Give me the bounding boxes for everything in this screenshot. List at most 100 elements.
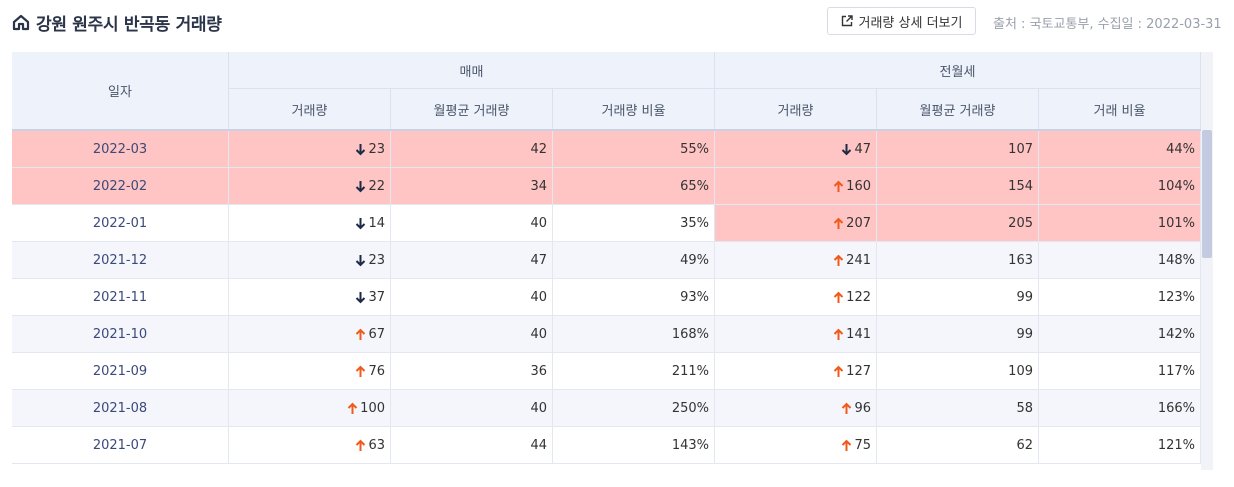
cell-sale-ratio: 143%: [553, 427, 715, 464]
cell-rent-avg: 99: [877, 316, 1039, 353]
cell-rent-vol: 122: [715, 279, 877, 316]
cell-value: 35%: [680, 215, 709, 231]
arrow-down-icon: [356, 143, 366, 155]
cell-rent-avg: 163: [877, 242, 1039, 279]
cell-value: 47: [854, 141, 871, 157]
cell-sale-avg: 40: [391, 390, 553, 427]
cell-date: 2022-01: [12, 205, 229, 242]
cell-rent-avg: 205: [877, 205, 1039, 242]
cell-sale-vol: 63: [229, 427, 391, 464]
table-row[interactable]: 2021-07 63 44 143% 75 62 121%: [12, 427, 1201, 464]
cell-date: 2021-11: [12, 279, 229, 316]
cell-value: 2022-01: [92, 215, 148, 231]
cell-rent-avg: 109: [877, 353, 1039, 390]
arrow-up-icon: [842, 439, 852, 451]
cell-value: 101%: [1157, 215, 1195, 231]
header-group-sale: 매매: [229, 52, 715, 89]
cell-sale-ratio: 93%: [553, 279, 715, 316]
cell-rent-avg: 62: [877, 427, 1039, 464]
cell-value: 100: [360, 400, 385, 416]
cell-sale-vol: 76: [229, 353, 391, 390]
arrow-up-icon: [833, 328, 844, 340]
source-text: 출처 : 국토교통부, 수집일 : 2022-03-31: [993, 17, 1222, 32]
cell-value: 55%: [680, 141, 709, 157]
cell-rent-vol: 96: [715, 390, 877, 427]
cell-rent-vol: 160: [715, 168, 877, 205]
cell-value: 142%: [1157, 326, 1195, 342]
table-row[interactable]: 2021-12 23 47 49% 241 163 148%: [12, 242, 1201, 279]
cell-value: 2021-08: [92, 400, 148, 416]
cell-rent-avg: 99: [877, 279, 1039, 316]
cell-sale-vol: 37: [229, 279, 391, 316]
cell-value: 47: [530, 252, 547, 268]
vertical-scrollbar[interactable]: [1201, 52, 1213, 470]
cell-value: 122: [846, 289, 871, 305]
table-row[interactable]: 2021-09 76 36 211% 127 109 117%: [12, 353, 1201, 390]
cell-rent-ratio: 148%: [1039, 242, 1201, 279]
cell-sale-avg: 40: [391, 279, 553, 316]
cell-value: 117%: [1157, 363, 1195, 379]
table-row[interactable]: 2022-03 23 42 55% 47 107 44%: [12, 131, 1201, 168]
cell-value: 160: [846, 178, 871, 194]
cell-sale-vol: 100: [229, 390, 391, 427]
table-row[interactable]: 2022-02 22 34 65% 160 154 104%: [12, 168, 1201, 205]
cell-value: 123%: [1157, 289, 1195, 305]
arrow-up-icon: [842, 402, 852, 414]
external-link-icon: [841, 15, 853, 27]
table-row[interactable]: 2021-11 37 40 93% 122 99 123%: [12, 279, 1201, 316]
table-row[interactable]: 2021-08 100 40 250% 96 58 166%: [12, 390, 1201, 427]
cell-rent-ratio: 44%: [1039, 131, 1201, 168]
cell-value: 22: [368, 178, 385, 194]
cell-value: 40: [530, 400, 547, 416]
arrow-up-icon: [833, 291, 844, 303]
header-group-rent: 전월세: [715, 52, 1201, 89]
cell-value: 127: [846, 363, 871, 379]
cell-value: 104%: [1157, 178, 1195, 194]
cell-value: 141: [846, 326, 871, 342]
cell-date: 2021-10: [12, 316, 229, 353]
cell-value: 168%: [671, 326, 709, 342]
cell-sale-ratio: 65%: [553, 168, 715, 205]
cell-value: 34: [530, 178, 547, 194]
cell-value: 96: [854, 400, 871, 416]
title-bar: 강원 원주시 반곡동 거래량: [12, 10, 222, 35]
cell-rent-vol: 127: [715, 353, 877, 390]
cell-sale-vol: 23: [229, 242, 391, 279]
cell-sale-avg: 42: [391, 131, 553, 168]
more-detail-label: 거래량 상세 더보기: [858, 15, 963, 31]
cell-value: 148%: [1157, 252, 1195, 268]
home-icon: [12, 14, 30, 31]
cell-value: 154: [1008, 178, 1033, 194]
cell-value: 166%: [1157, 400, 1195, 416]
cell-rent-ratio: 166%: [1039, 390, 1201, 427]
cell-value: 44: [530, 437, 547, 453]
cell-value: 250%: [671, 400, 709, 416]
cell-value: 2021-11: [92, 289, 148, 305]
more-detail-button[interactable]: 거래량 상세 더보기: [827, 7, 976, 35]
arrow-down-icon: [356, 217, 366, 229]
cell-value: 49%: [680, 252, 709, 268]
header-sale-average: 월평균 거래량: [391, 89, 553, 130]
cell-sale-avg: 36: [391, 353, 553, 390]
scrollbar-thumb[interactable]: [1202, 130, 1212, 258]
cell-value: 99: [1016, 289, 1033, 305]
cell-value: 211%: [671, 363, 709, 379]
header-rent-ratio: 거래 비율: [1039, 89, 1201, 130]
cell-rent-vol: 207: [715, 205, 877, 242]
arrow-down-icon: [842, 143, 852, 155]
cell-rent-vol: 75: [715, 427, 877, 464]
cell-rent-avg: 154: [877, 168, 1039, 205]
cell-value: 205: [1008, 215, 1033, 231]
arrow-up-icon: [833, 180, 844, 192]
cell-value: 40: [530, 326, 547, 342]
cell-value: 207: [846, 215, 871, 231]
cell-rent-avg: 58: [877, 390, 1039, 427]
table-row[interactable]: 2022-01 14 40 35% 207 205 101%: [12, 205, 1201, 242]
transaction-table: 일자 매매 전월세 거래량 월평균 거래량 거래량 비율 거래량 월평균 거래량…: [12, 52, 1213, 470]
cell-rent-vol: 241: [715, 242, 877, 279]
cell-sale-ratio: 35%: [553, 205, 715, 242]
cell-sale-vol: 23: [229, 131, 391, 168]
header-sale-volume: 거래량: [229, 89, 391, 130]
cell-sale-vol: 22: [229, 168, 391, 205]
table-row[interactable]: 2021-10 67 40 168% 141 99 142%: [12, 316, 1201, 353]
